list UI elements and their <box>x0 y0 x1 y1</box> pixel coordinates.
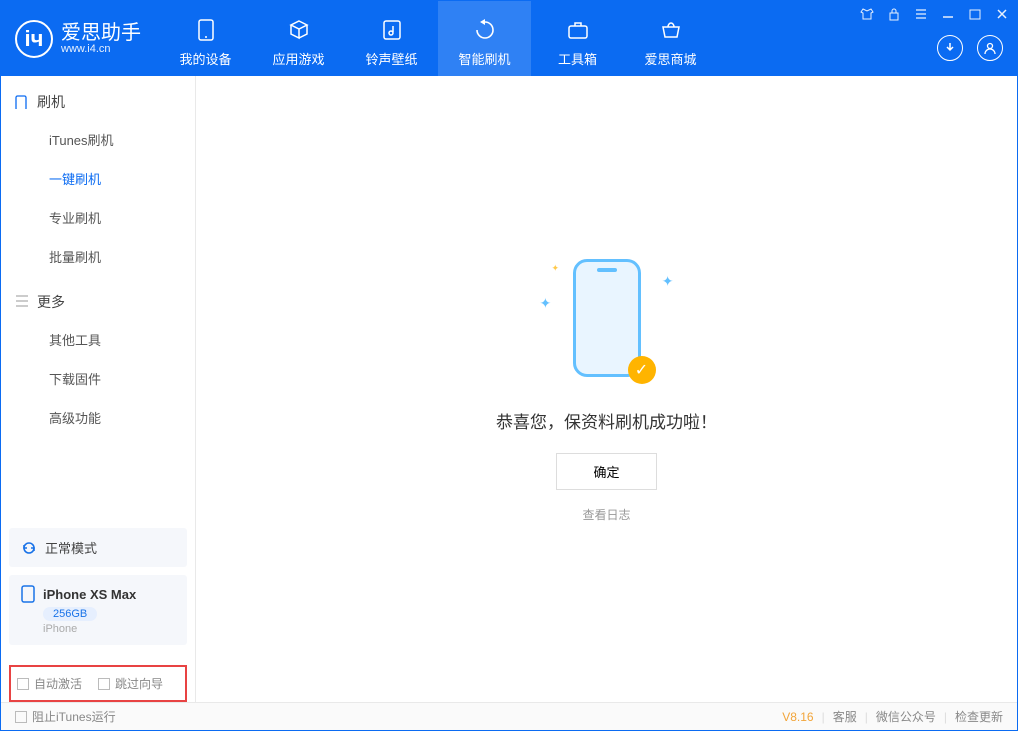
section-more: 更多 <box>1 276 195 320</box>
check-icon: ✓ <box>628 356 656 384</box>
shirt-icon[interactable] <box>858 5 876 23</box>
phone-icon <box>21 585 35 603</box>
cube-icon <box>252 17 345 43</box>
storage-badge: 256GB <box>43 607 97 621</box>
tab-toolbox[interactable]: 工具箱 <box>531 1 624 76</box>
checkbox-label: 阻止iTunes运行 <box>32 708 116 725</box>
sync-icon <box>21 540 37 556</box>
version-label: V8.16 <box>782 710 813 724</box>
sidebar-item-download-firmware[interactable]: 下载固件 <box>1 359 195 398</box>
tab-store[interactable]: 爱思商城 <box>624 1 717 76</box>
header: iч 爱思助手 www.i4.cn 我的设备 应用游戏 铃声壁纸 智能刷机 工具… <box>1 1 1017 76</box>
store-icon <box>624 17 717 43</box>
checkbox-label: 自动激活 <box>34 675 82 692</box>
device-name: iPhone XS Max <box>43 587 136 602</box>
sidebar-item-other-tools[interactable]: 其他工具 <box>1 320 195 359</box>
mode-card[interactable]: 正常模式 <box>9 528 187 567</box>
tab-label: 智能刷机 <box>438 49 531 68</box>
app-url: www.i4.cn <box>61 43 141 55</box>
tabs: 我的设备 应用游戏 铃声壁纸 智能刷机 工具箱 爱思商城 <box>159 1 717 76</box>
ok-button[interactable]: 确定 <box>556 453 656 490</box>
device-panel: 正常模式 iPhone XS Max 256GB iPhone <box>1 520 195 661</box>
music-icon <box>345 17 438 43</box>
device-card[interactable]: iPhone XS Max 256GB iPhone <box>9 575 187 645</box>
sidebar-item-oneclick-flash[interactable]: 一键刷机 <box>1 159 195 198</box>
footer-wechat-link[interactable]: 微信公众号 <box>876 708 936 725</box>
section-label: 刷机 <box>37 92 65 112</box>
device-type: iPhone <box>43 623 175 635</box>
tab-flash[interactable]: 智能刷机 <box>438 1 531 76</box>
download-button[interactable] <box>937 35 963 61</box>
success-message: 恭喜您，保资料刷机成功啦！ <box>496 408 717 433</box>
logo-icon: iч <box>15 20 53 58</box>
main-content: ✦ ✦ ✦ ✓ 恭喜您，保资料刷机成功啦！ 确定 查看日志 <box>196 76 1017 702</box>
tab-label: 我的设备 <box>159 49 252 68</box>
mode-label: 正常模式 <box>45 538 97 557</box>
toolbox-icon <box>531 17 624 43</box>
device-icon <box>159 17 252 43</box>
tab-label: 爱思商城 <box>624 49 717 68</box>
app-name: 爱思助手 <box>61 23 141 43</box>
menu-icon[interactable] <box>912 5 930 23</box>
sidebar-item-batch-flash[interactable]: 批量刷机 <box>1 237 195 276</box>
view-log-link[interactable]: 查看日志 <box>496 506 717 523</box>
tab-label: 应用游戏 <box>252 49 345 68</box>
list-icon <box>15 295 29 309</box>
close-icon[interactable] <box>993 5 1011 23</box>
section-label: 更多 <box>37 292 65 312</box>
profile-button[interactable] <box>977 35 1003 61</box>
tab-apps[interactable]: 应用游戏 <box>252 1 345 76</box>
success-illustration: ✦ ✦ ✦ ✓ <box>552 255 662 390</box>
logo-text: 爱思助手 www.i4.cn <box>61 23 141 55</box>
footer-update-link[interactable]: 检查更新 <box>955 708 1003 725</box>
tab-label: 工具箱 <box>531 49 624 68</box>
maximize-icon[interactable] <box>966 5 984 23</box>
block-itunes-checkbox[interactable]: 阻止iTunes运行 <box>15 708 116 725</box>
sidebar: 刷机 iTunes刷机 一键刷机 专业刷机 批量刷机 更多 其他工具 下载固件 … <box>1 76 196 702</box>
section-flash: 刷机 <box>1 76 195 120</box>
tab-my-device[interactable]: 我的设备 <box>159 1 252 76</box>
tab-label: 铃声壁纸 <box>345 49 438 68</box>
logo[interactable]: iч 爱思助手 www.i4.cn <box>1 20 159 58</box>
sidebar-item-itunes-flash[interactable]: iTunes刷机 <box>1 120 195 159</box>
refresh-icon <box>438 17 531 43</box>
footer: 阻止iTunes运行 V8.16 | 客服 | 微信公众号 | 检查更新 <box>1 702 1017 730</box>
auto-activate-checkbox[interactable]: 自动激活 <box>17 675 82 692</box>
sidebar-item-pro-flash[interactable]: 专业刷机 <box>1 198 195 237</box>
phone-icon <box>15 95 29 109</box>
window-controls <box>858 5 1011 23</box>
checkbox-label: 跳过向导 <box>115 675 163 692</box>
minimize-icon[interactable] <box>939 5 957 23</box>
lock-icon[interactable] <box>885 5 903 23</box>
sidebar-item-advanced[interactable]: 高级功能 <box>1 398 195 437</box>
skip-wizard-checkbox[interactable]: 跳过向导 <box>98 675 163 692</box>
header-right <box>937 35 1003 61</box>
tab-wallpaper[interactable]: 铃声壁纸 <box>345 1 438 76</box>
footer-support-link[interactable]: 客服 <box>833 708 857 725</box>
options-row: 自动激活 跳过向导 <box>9 665 187 702</box>
